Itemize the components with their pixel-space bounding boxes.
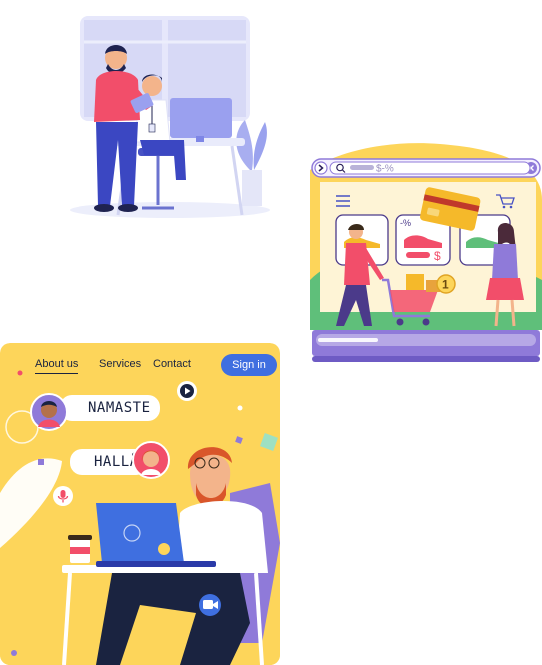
greeting-text-namaste: NAMASTE xyxy=(88,400,151,416)
chat-card: About us Services Contact Sign in NAMAST… xyxy=(0,343,280,665)
avatar-man xyxy=(30,393,68,431)
discount-label: -% xyxy=(400,218,411,228)
office-illustration xyxy=(70,16,270,218)
nav-about-us[interactable]: About us xyxy=(35,358,79,374)
nav-contact[interactable]: Contact xyxy=(153,358,191,370)
progress-slider[interactable] xyxy=(318,338,378,342)
nav-services[interactable]: Services xyxy=(99,358,141,370)
quantity-badge-number: 1 xyxy=(442,278,449,292)
search-text: $-% xyxy=(376,164,394,175)
play-icon[interactable] xyxy=(176,380,198,402)
shopping-illustration: $-% -% $ 1 xyxy=(310,143,542,362)
microphone-icon[interactable] xyxy=(52,485,74,507)
sign-in-button[interactable]: Sign in xyxy=(221,354,277,376)
greeting-bubble-namaste: NAMASTE xyxy=(60,395,160,421)
price-symbol: $ xyxy=(434,249,441,263)
avatar-woman xyxy=(132,441,170,479)
chat-card-background xyxy=(0,343,280,665)
